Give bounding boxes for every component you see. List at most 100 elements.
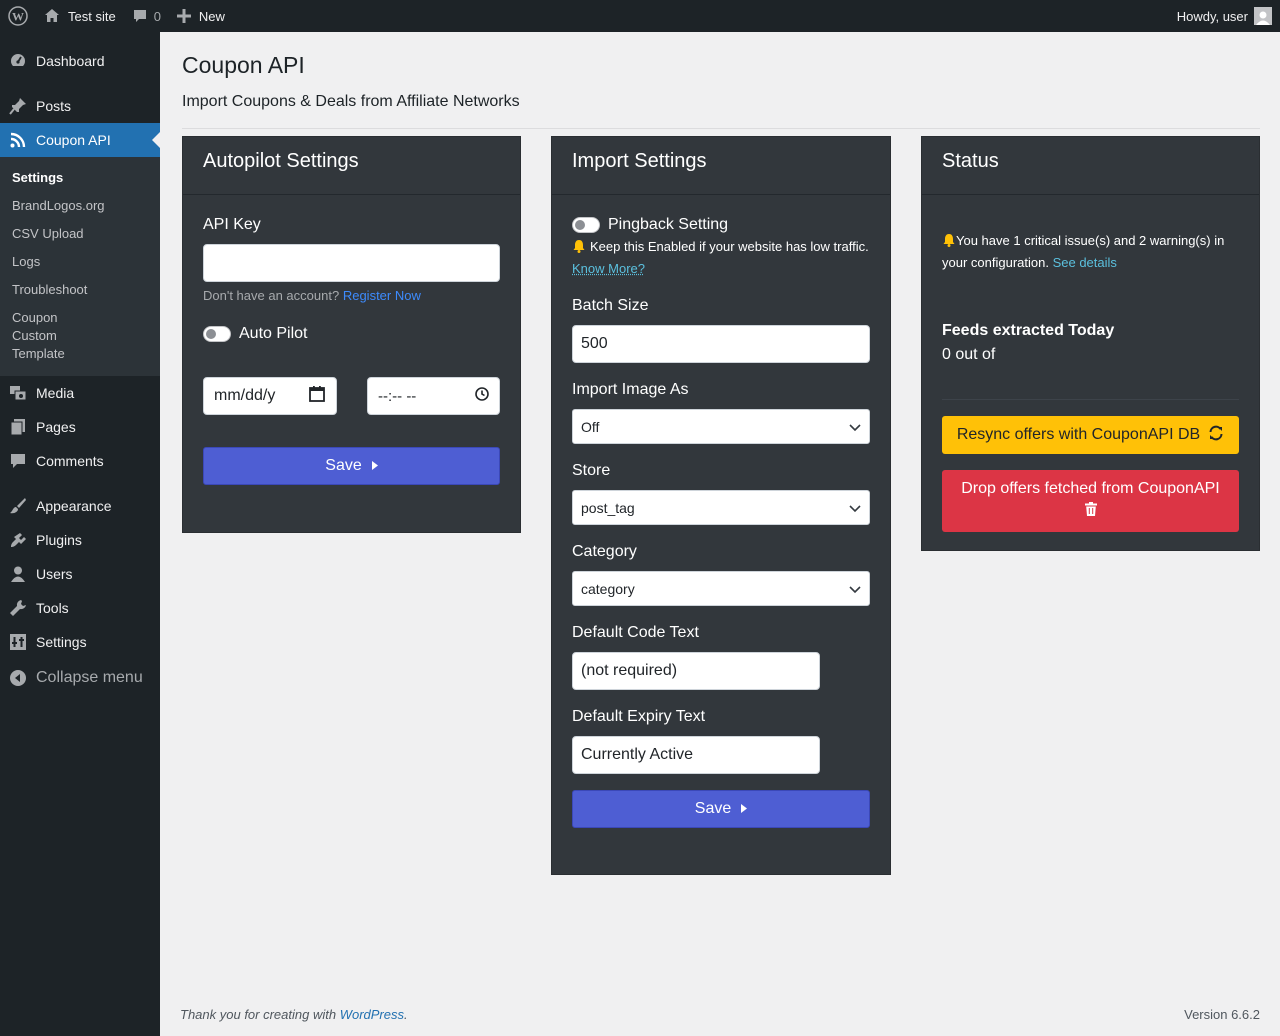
wrench-icon [0, 599, 36, 617]
batch-size-input[interactable]: 500 [572, 325, 870, 363]
pingback-toggle[interactable] [572, 217, 600, 233]
batch-size-label: Batch Size [572, 297, 649, 314]
pingback-row: Pingback Setting [572, 216, 870, 234]
comments-link[interactable]: 0 [124, 0, 169, 32]
menu-media[interactable]: Media [0, 376, 160, 410]
menu-label: Settings [36, 634, 87, 650]
api-key-input[interactable] [203, 244, 500, 282]
footer: Thank you for creating with WordPress. V… [180, 1007, 1260, 1022]
page-title: Coupon API [182, 52, 305, 78]
import-settings-card: Import Settings Pingback Setting Keep th… [551, 136, 891, 875]
submenu-csv-upload[interactable]: CSV Upload [0, 220, 160, 248]
api-key-label: API Key [203, 216, 261, 233]
menu-label: Users [36, 566, 73, 582]
footer-thanks-text: Thank you for creating with [180, 1007, 337, 1022]
avatar [1254, 7, 1272, 25]
home-icon [44, 8, 60, 24]
menu-dashboard[interactable]: Dashboard [0, 44, 160, 78]
time-input[interactable]: --:-- -- [367, 377, 500, 415]
import-image-value: Off [581, 418, 600, 435]
auto-pilot-row: Auto Pilot [203, 325, 500, 343]
menu-tools[interactable]: Tools [0, 591, 160, 625]
drop-offers-button[interactable]: Drop offers fetched from CouponAPI [942, 470, 1239, 532]
version-text: Version 6.6.2 [1184, 1007, 1260, 1022]
menu-label: Media [36, 385, 75, 401]
see-details-link[interactable]: See details [1053, 255, 1117, 270]
status-card: Status You have 1 critical issue(s) and … [921, 136, 1260, 551]
calendar-icon [308, 385, 326, 408]
submenu-troubleshoot[interactable]: Troubleshoot [0, 276, 160, 304]
howdy-text: Howdy, user [1176, 8, 1248, 24]
feeds-value: 0 out of [942, 346, 996, 363]
menu-label: Appearance [36, 498, 112, 514]
rss-icon [0, 131, 36, 149]
issues-notice: You have 1 critical issue(s) and 2 warni… [942, 231, 1239, 273]
default-code-input[interactable]: (not required) [572, 652, 820, 690]
menu-label: Plugins [36, 532, 82, 548]
menu-coupon-api[interactable]: Coupon API [0, 123, 160, 157]
import-image-select[interactable]: Off [572, 409, 870, 444]
menu-plugins[interactable]: Plugins [0, 523, 160, 557]
know-more-link[interactable]: Know More? [572, 261, 645, 276]
default-expiry-input[interactable]: Currently Active [572, 736, 820, 774]
store-label: Store [572, 462, 611, 479]
wordpress-link[interactable]: WordPress [340, 1007, 404, 1022]
my-account[interactable]: Howdy, user [1169, 0, 1280, 32]
drop-label: Drop offers fetched from CouponAPI [961, 480, 1220, 497]
submenu-brandlogos[interactable]: BrandLogos.org [0, 192, 160, 220]
save-label: Save [325, 457, 362, 474]
menu-users[interactable]: Users [0, 557, 160, 591]
import-save-button[interactable]: Save [572, 790, 870, 828]
menu-label: Tools [36, 600, 69, 616]
wordpress-logo-icon[interactable]: W [0, 0, 36, 32]
category-select[interactable]: category [572, 571, 870, 606]
admin-sidebar: Dashboard Posts Coupon API Settings Bran… [0, 32, 160, 1036]
coupon-api-submenu: Settings BrandLogos.org CSV Upload Logs … [0, 157, 160, 376]
import-image-label: Import Image As [572, 381, 689, 398]
chevron-down-icon [849, 500, 861, 516]
menu-pages[interactable]: Pages [0, 410, 160, 444]
plugin-icon [0, 531, 36, 549]
chevron-down-icon [849, 581, 861, 597]
store-select[interactable]: post_tag [572, 490, 870, 525]
menu-appearance[interactable]: Appearance [0, 489, 160, 523]
menu-comments[interactable]: Comments [0, 444, 160, 478]
collapse-label: Collapse menu [36, 669, 143, 686]
category-value: category [581, 580, 635, 597]
footer-thanks: Thank you for creating with WordPress. [180, 1007, 408, 1022]
menu-posts[interactable]: Posts [0, 89, 160, 123]
new-label: New [198, 8, 225, 24]
settings-icon [0, 633, 36, 651]
default-code-label: Default Code Text [572, 624, 699, 641]
submenu-settings[interactable]: Settings [0, 164, 160, 192]
pingback-note: Keep this Enabled if your website has lo… [572, 237, 870, 279]
submenu-coupon-custom-template[interactable]: Coupon Custom Template [0, 304, 110, 368]
dashboard-icon [0, 52, 36, 70]
divider [942, 399, 1239, 400]
submenu-logs[interactable]: Logs [0, 248, 160, 276]
sync-icon [1208, 425, 1224, 446]
collapse-menu-button[interactable]: Collapse menu [0, 661, 160, 695]
date-placeholder: mm/dd/y [214, 387, 276, 404]
feeds-title: Feeds extracted Today [942, 322, 1115, 339]
menu-settings[interactable]: Settings [0, 625, 160, 659]
auto-pilot-toggle[interactable] [203, 326, 231, 342]
svg-text:W: W [12, 10, 24, 24]
autopilot-save-button[interactable]: Save [203, 447, 500, 485]
pingback-note-text: Keep this Enabled if your website has lo… [590, 239, 869, 254]
comment-icon [132, 8, 148, 24]
new-content-link[interactable]: New [169, 0, 233, 32]
resync-button[interactable]: Resync offers with CouponAPI DB [942, 416, 1239, 454]
site-name: Test site [68, 8, 116, 24]
site-name-link[interactable]: Test site [36, 0, 124, 32]
chevron-down-icon [849, 419, 861, 435]
date-input[interactable]: mm/dd/y [203, 377, 337, 415]
schedule-row: mm/dd/y --:-- -- [203, 377, 500, 415]
store-value: post_tag [581, 499, 635, 516]
caret-right-icon [371, 457, 378, 475]
trash-icon [952, 502, 1229, 522]
register-link[interactable]: Register Now [343, 288, 421, 303]
media-icon [0, 384, 36, 402]
card-title: Autopilot Settings [183, 137, 520, 195]
pingback-label: Pingback Setting [608, 216, 729, 233]
